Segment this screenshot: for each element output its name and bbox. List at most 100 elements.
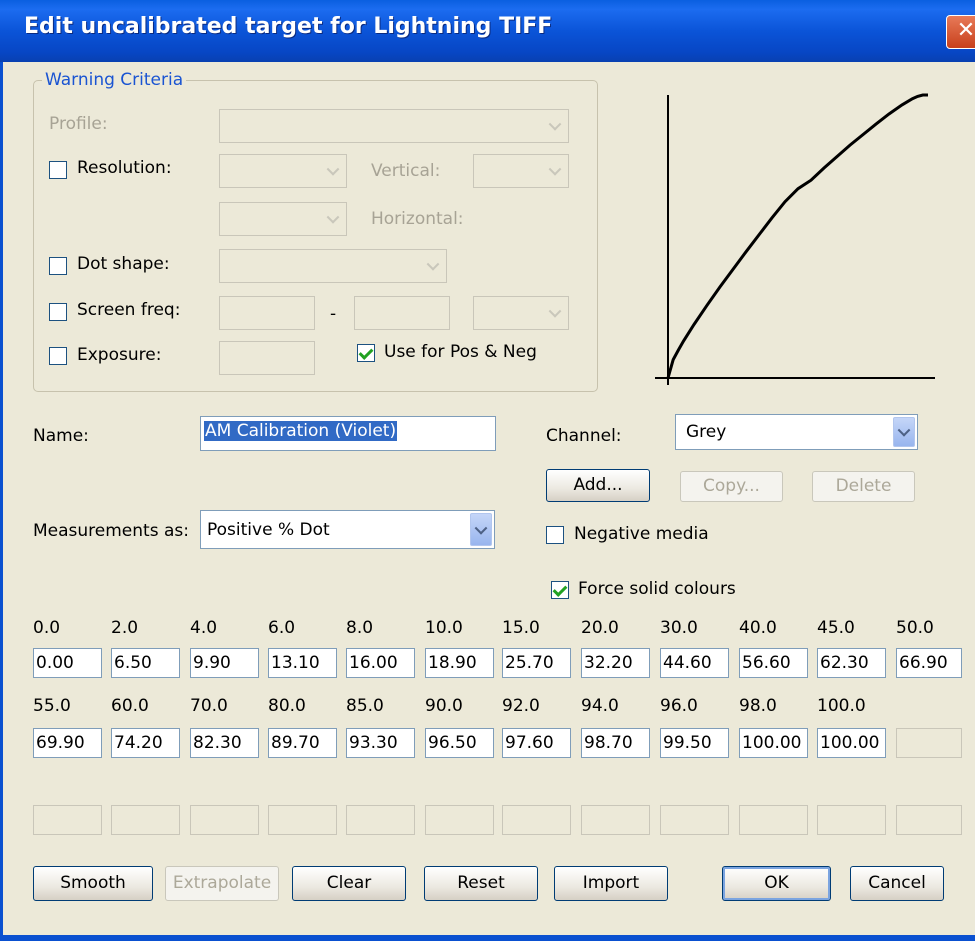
chevron-down-icon: [544, 157, 566, 185]
measurements-dropdown[interactable]: Positive % Dot: [200, 510, 495, 549]
negative-media-checkbox[interactable]: [546, 526, 564, 544]
extrapolate-button: Extrapolate: [165, 866, 279, 901]
chevron-down-icon: [422, 252, 444, 280]
cancel-button[interactable]: Cancel: [850, 866, 944, 901]
name-field[interactable]: AM Calibration (Violet): [200, 416, 496, 451]
chevron-down-icon: [322, 205, 344, 233]
value-field: [817, 805, 886, 835]
exposure-checkbox[interactable]: [49, 347, 67, 365]
screen-freq-checkbox[interactable]: [49, 303, 67, 321]
smooth-button[interactable]: Smooth: [33, 866, 153, 901]
column-header: 50.0: [896, 618, 934, 638]
dot-shape-label: Dot shape:: [77, 254, 170, 274]
value-field: [739, 805, 808, 835]
value-field: [425, 805, 494, 835]
value-field: [268, 805, 337, 835]
use-pos-neg-label: Use for Pos & Neg: [384, 342, 537, 362]
column-header: 45.0: [817, 618, 855, 638]
value-field[interactable]: 9.90: [190, 648, 259, 678]
force-solid-checkbox[interactable]: [551, 581, 569, 599]
value-field[interactable]: 56.60: [739, 648, 808, 678]
screen-freq-dash: -: [330, 304, 337, 324]
exposure-field: [219, 341, 315, 375]
measurements-label: Measurements as:: [33, 521, 189, 541]
window-frame-bottom: [0, 935, 975, 941]
column-header: 8.0: [346, 618, 374, 638]
window-title: Edit uncalibrated target for Lightning T…: [24, 14, 553, 39]
add-button[interactable]: Add...: [546, 469, 650, 502]
value-field: [581, 805, 650, 835]
calibration-curve-line: [666, 93, 928, 379]
column-header: 6.0: [268, 618, 296, 638]
column-header: 20.0: [581, 618, 619, 638]
value-field[interactable]: 93.30: [346, 728, 415, 758]
channel-dropdown[interactable]: Grey: [675, 414, 918, 450]
value-field[interactable]: 25.70: [502, 648, 571, 678]
value-field[interactable]: 66.90: [896, 648, 962, 678]
dot-shape-checkbox[interactable]: [49, 257, 67, 275]
value-field[interactable]: 44.60: [660, 648, 729, 678]
value-field[interactable]: 98.70: [581, 728, 650, 758]
chevron-down-icon[interactable]: [893, 417, 915, 447]
value-field[interactable]: 89.70: [268, 728, 337, 758]
column-header: 98.0: [739, 696, 777, 716]
value-field: [33, 805, 102, 835]
name-label: Name:: [33, 426, 89, 446]
exposure-label: Exposure:: [77, 345, 162, 365]
column-header: 55.0: [33, 696, 71, 716]
value-field[interactable]: 18.90: [425, 648, 494, 678]
chevron-down-icon: [322, 157, 344, 185]
value-field[interactable]: 16.00: [346, 648, 415, 678]
column-header: 15.0: [502, 618, 540, 638]
column-header: 90.0: [425, 696, 463, 716]
import-button[interactable]: Import: [554, 866, 668, 901]
value-field[interactable]: 82.30: [190, 728, 259, 758]
force-solid-label: Force solid colours: [578, 579, 736, 599]
horizontal-dropdown: [219, 202, 347, 236]
chevron-down-icon: [544, 299, 566, 327]
vertical-label: Vertical:: [371, 161, 441, 181]
close-icon[interactable]: ✕: [946, 15, 975, 49]
channel-value: Grey: [686, 422, 727, 442]
column-header: 0.0: [33, 618, 61, 638]
negative-media-label: Negative media: [574, 524, 709, 544]
resolution-checkbox[interactable]: [49, 161, 67, 179]
value-field[interactable]: 100.00: [739, 728, 808, 758]
value-field: [660, 805, 729, 835]
window-frame-left: [0, 62, 3, 941]
use-pos-neg-checkbox[interactable]: [357, 344, 375, 362]
reset-button[interactable]: Reset: [424, 866, 538, 901]
value-field: [346, 805, 415, 835]
value-field[interactable]: 100.00: [817, 728, 886, 758]
column-header: 40.0: [739, 618, 777, 638]
value-field: [111, 805, 180, 835]
column-header: 80.0: [268, 696, 306, 716]
ok-button[interactable]: OK: [722, 866, 831, 901]
column-header: 10.0: [425, 618, 463, 638]
resolution-dropdown: [219, 154, 347, 188]
value-field[interactable]: 74.20: [111, 728, 180, 758]
value-field[interactable]: 0.00: [33, 648, 102, 678]
value-field[interactable]: 13.10: [268, 648, 337, 678]
value-field: [502, 805, 571, 835]
dot-shape-dropdown: [219, 249, 447, 283]
screen-freq-unit-dropdown: [473, 296, 569, 330]
chevron-down-icon: [544, 112, 566, 140]
value-field[interactable]: 62.30: [817, 648, 886, 678]
value-field[interactable]: 69.90: [33, 728, 102, 758]
calibration-curve-graph: [655, 93, 935, 385]
value-field[interactable]: 96.50: [425, 728, 494, 758]
column-header: 4.0: [190, 618, 218, 638]
value-field: [190, 805, 259, 835]
value-field[interactable]: 32.20: [581, 648, 650, 678]
value-field[interactable]: 97.60: [502, 728, 571, 758]
column-header: 70.0: [190, 696, 228, 716]
clear-button[interactable]: Clear: [292, 866, 406, 901]
column-header: 94.0: [581, 696, 619, 716]
chevron-down-icon[interactable]: [470, 513, 492, 546]
screen-freq-max-field: [354, 296, 450, 330]
profile-label: Profile:: [49, 114, 108, 134]
value-field[interactable]: 99.50: [660, 728, 729, 758]
name-field-value: AM Calibration (Violet): [204, 421, 398, 441]
value-field[interactable]: 6.50: [111, 648, 180, 678]
